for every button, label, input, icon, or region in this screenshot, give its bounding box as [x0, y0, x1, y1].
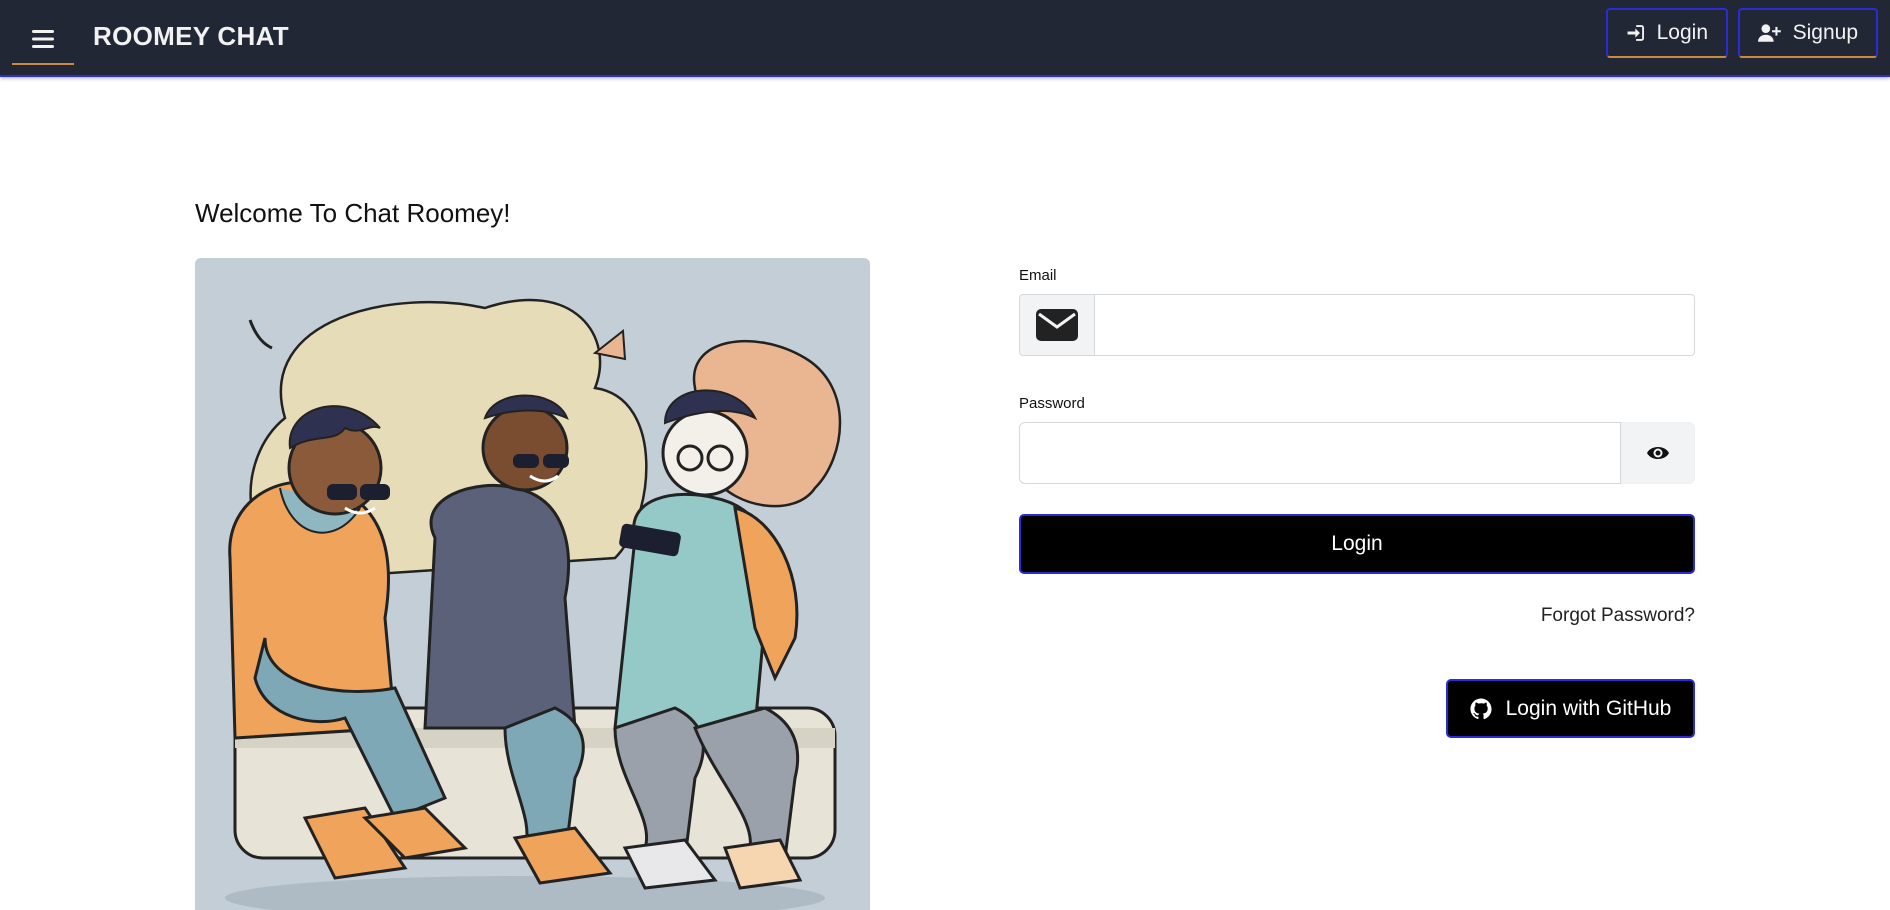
user-plus-icon: [1758, 24, 1781, 42]
email-label: Email: [1019, 267, 1057, 284]
nav-login-label: Login: [1656, 21, 1708, 44]
nav-signup-button[interactable]: Signup: [1738, 8, 1878, 58]
github-icon: [1470, 697, 1492, 719]
email-addon: [1019, 294, 1095, 356]
brand-title[interactable]: ROOMEY CHAT: [93, 21, 289, 52]
eye-icon: [1647, 447, 1669, 459]
hamburger-menu-icon: [32, 30, 54, 48]
menu-toggle-button[interactable]: [12, 15, 74, 65]
github-login-label: Login with GitHub: [1505, 696, 1672, 720]
email-input-group: [1019, 294, 1695, 356]
envelope-icon: [1036, 309, 1078, 341]
email-input[interactable]: [1095, 294, 1695, 356]
nav-signup-label: Signup: [1792, 21, 1858, 44]
hero-illustration: [195, 258, 870, 910]
password-input[interactable]: [1019, 422, 1621, 484]
top-navbar: ROOMEY CHAT Login Signup: [0, 0, 1890, 77]
github-login-button[interactable]: Login with GitHub: [1446, 679, 1695, 738]
login-submit-button[interactable]: Login: [1019, 514, 1695, 574]
forgot-password-link[interactable]: Forgot Password?: [1541, 605, 1695, 627]
welcome-heading: Welcome To Chat Roomey!: [195, 198, 511, 228]
password-label: Password: [1019, 395, 1085, 412]
friends-illustration: [225, 298, 842, 910]
password-input-group: [1019, 422, 1695, 484]
password-visibility-toggle[interactable]: [1621, 422, 1695, 484]
nav-login-button[interactable]: Login: [1606, 8, 1728, 58]
sign-in-icon: [1627, 25, 1644, 41]
